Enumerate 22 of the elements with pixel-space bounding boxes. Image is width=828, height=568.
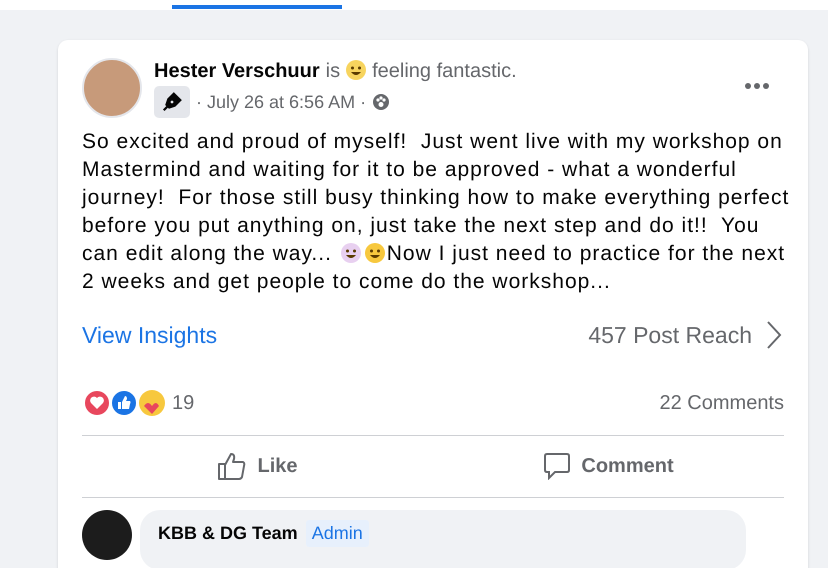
comment-author[interactable]: KBB & DG Team [158, 520, 298, 546]
avatar [82, 510, 132, 560]
privacy-icon[interactable] [372, 93, 390, 111]
reactions-icon[interactable] [82, 388, 168, 418]
post-reach[interactable]: 457 Post Reach [588, 318, 752, 352]
verb-text: is [326, 59, 340, 84]
speech-bubble-icon [543, 452, 572, 480]
thumbs-up-icon [217, 451, 248, 481]
like-button[interactable]: Like [82, 436, 433, 496]
comment-button[interactable]: Comment [433, 436, 784, 496]
reaction-count[interactable]: 19 [172, 388, 194, 418]
comments-count[interactable]: 22 Comments [660, 388, 784, 418]
chevron-right-icon[interactable] [766, 320, 782, 350]
laughing-face-icon [345, 59, 368, 81]
post-text: So excited and proud of myself! Just went live with my workshop on Mastermind and waiting for it to be approved - what a wonderful journey! For those still busy thinking how to make everything perfect before you put anything on, just take the next step and do it!! You can edit along the way... Now I just need to practice for the next 2 weeks and get people to come do the workshop... [82, 129, 790, 295]
author-name[interactable]: Hester Verschuur [154, 58, 320, 84]
feeling-text: feeling fantastic. [372, 59, 517, 84]
pen-icon[interactable] [154, 86, 190, 118]
admin-badge: Admin [306, 520, 369, 546]
post-time[interactable]: · July 26 at 6:56 AM · [196, 88, 366, 116]
more-options-icon[interactable] [744, 82, 770, 90]
view-insights-link[interactable]: View Insights [82, 318, 218, 352]
